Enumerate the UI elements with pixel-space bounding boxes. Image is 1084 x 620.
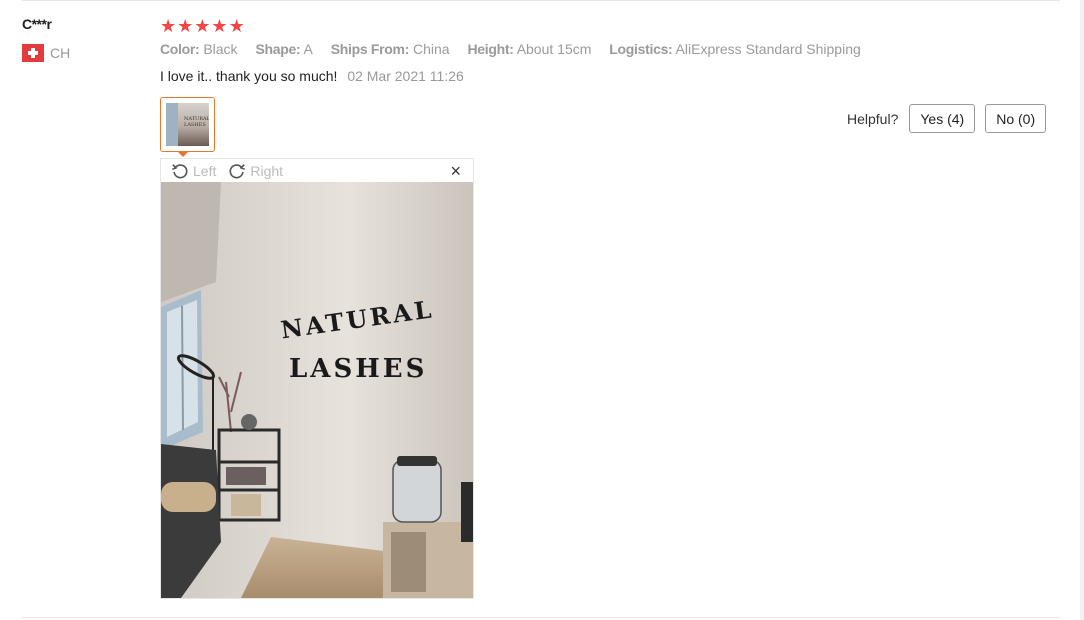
review-text: I love it.. thank you so much! — [160, 68, 338, 84]
rotate-right-icon — [229, 164, 246, 179]
country-code: CH — [50, 45, 71, 61]
attribute-color: Color: Black — [160, 41, 238, 57]
reviewer-name: C***r — [22, 16, 52, 32]
rotate-right-button[interactable]: Right — [228, 162, 283, 180]
attribute-height: Height: About 15cm — [467, 41, 592, 57]
rotate-left-label: Left — [193, 163, 217, 179]
photo-viewer: Left Right × NATURAL LASHES — [160, 158, 474, 599]
star-rating: ★ ★ ★ ★ ★ — [160, 16, 245, 36]
attribute-shape: Shape: A — [255, 41, 313, 57]
rotate-left-button[interactable]: Left — [171, 162, 216, 180]
star-icon: ★ — [194, 16, 211, 36]
helpful-votes: Helpful? Yes (4) No (0) — [847, 104, 1047, 133]
reviewer-country: CH — [22, 44, 70, 62]
top-divider — [22, 0, 1060, 1]
photo-thumbnail[interactable]: NATURAL LASHES — [160, 97, 215, 152]
attribute-ships-from: Ships From: China — [330, 41, 450, 57]
helpful-label: Helpful? — [847, 110, 899, 127]
close-icon[interactable]: × — [450, 161, 461, 181]
viewer-toolbar: Left Right × — [161, 159, 473, 183]
rotate-right-label: Right — [250, 163, 284, 179]
rotate-left-icon — [172, 164, 188, 179]
attribute-logistics: Logistics: AliExpress Standard Shipping — [609, 41, 861, 57]
helpful-yes-button[interactable]: Yes (4) — [909, 104, 976, 133]
review-photo: NATURAL LASHES — [161, 182, 473, 598]
thumbnail-caret — [177, 151, 189, 157]
bottom-divider — [22, 617, 1060, 618]
scrollbar[interactable] — [1080, 0, 1084, 620]
swiss-flag-icon — [22, 44, 44, 62]
helpful-no-button[interactable]: No (0) — [985, 104, 1047, 133]
review-feedback: I love it.. thank you so much! 02 Mar 20… — [160, 68, 464, 84]
photo-lettering-lashes: LASHES — [289, 354, 427, 384]
star-icon: ★ — [228, 16, 245, 36]
review-date: 02 Mar 2021 11:26 — [347, 68, 464, 84]
product-attributes: Color: Black Shape: A Ships From: China … — [160, 41, 875, 57]
thumbnail-image: NATURAL LASHES — [166, 103, 209, 146]
review-photo-drawing: NATURAL LASHES — [161, 182, 473, 598]
star-icon: ★ — [160, 16, 177, 36]
thumbnail-photo-lettering: NATURAL LASHES — [184, 116, 209, 128]
star-icon: ★ — [211, 16, 228, 36]
star-icon: ★ — [177, 16, 194, 36]
